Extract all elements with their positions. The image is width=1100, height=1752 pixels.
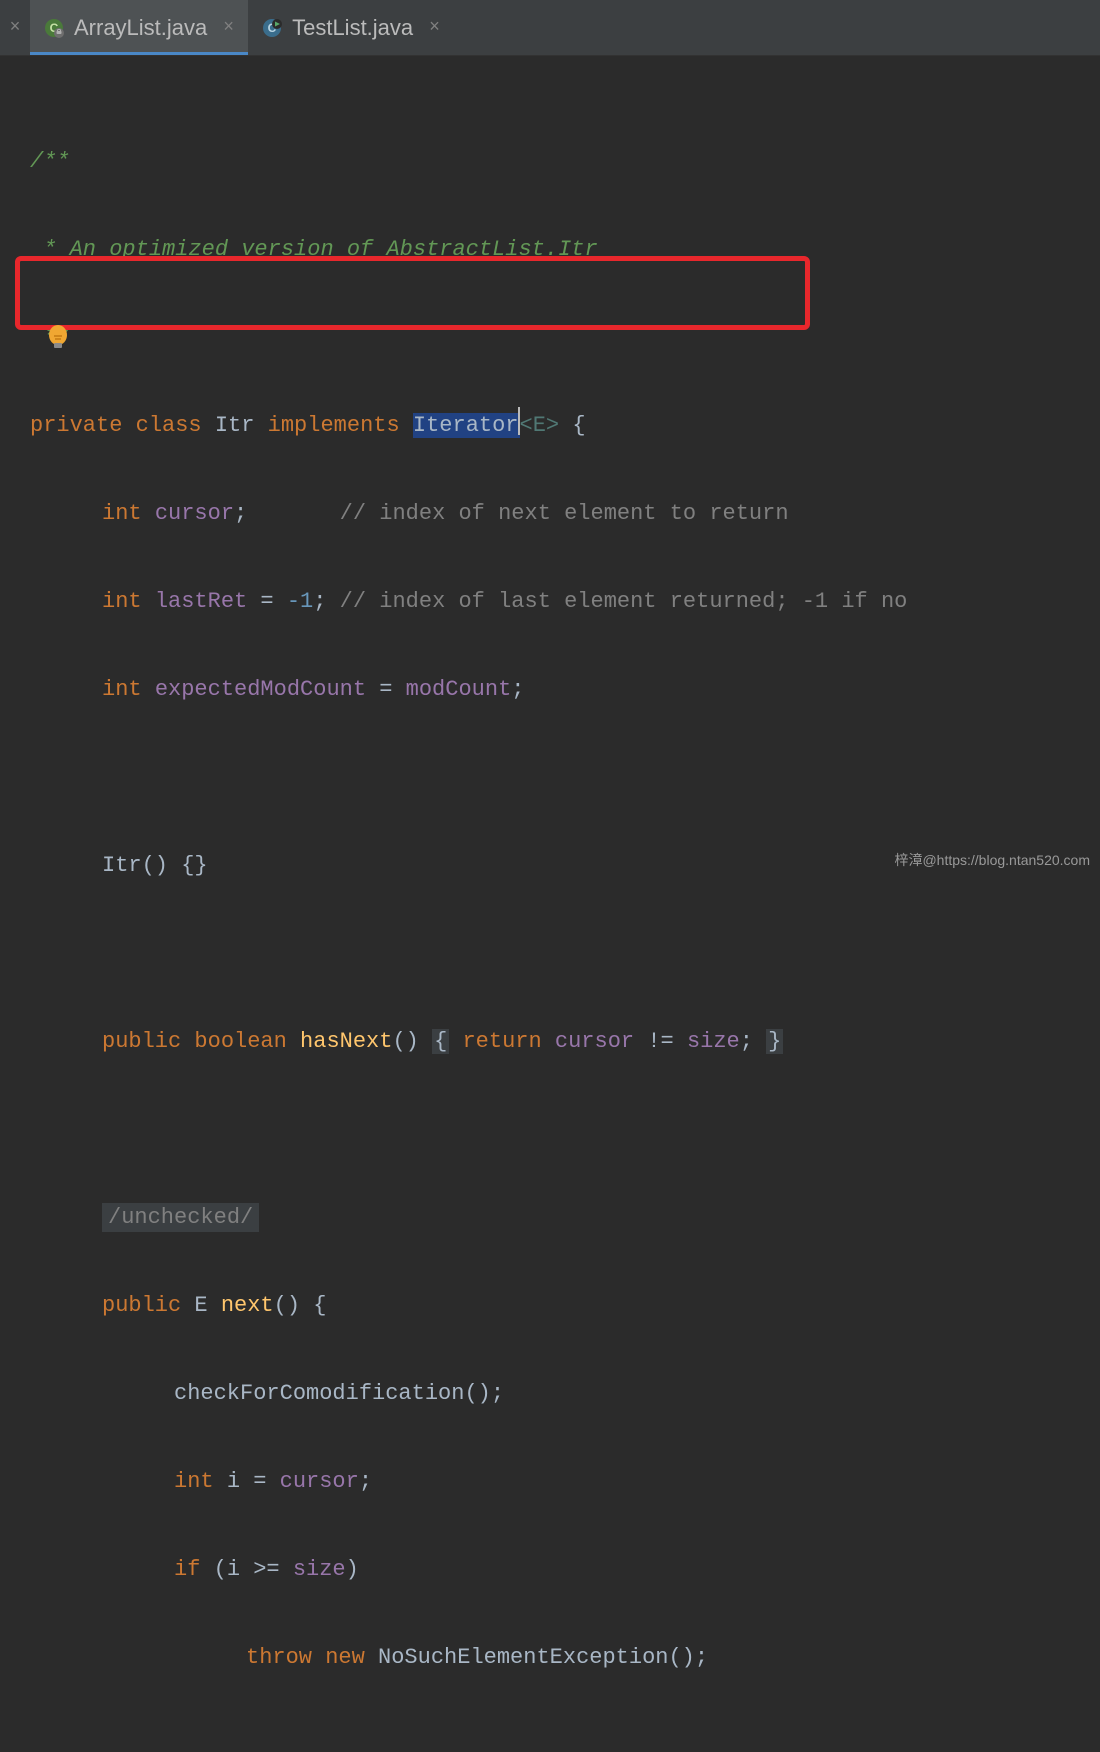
empty-call: (); — [464, 1381, 504, 1406]
variable-i: i — [227, 1557, 240, 1582]
constructor-itr: Itr — [102, 853, 142, 878]
javadoc-line: /** — [30, 149, 70, 174]
equals: = — [240, 1469, 280, 1494]
tab-close-previous[interactable]: × — [0, 18, 30, 38]
brace-close: } — [766, 1029, 783, 1054]
keyword-return: return — [462, 1029, 541, 1054]
keyword-new: new — [325, 1645, 365, 1670]
gte: >= — [240, 1557, 293, 1582]
field-size: size — [293, 1557, 346, 1582]
watermark-text: 梓漳@https://blog.ntan520.com — [894, 850, 1090, 870]
parens: () — [392, 1029, 418, 1054]
line-comment: // index of last element returned; -1 if… — [340, 589, 908, 614]
keyword-public: public — [102, 1293, 181, 1318]
semicolon: ; — [740, 1029, 753, 1054]
semicolon: ; — [234, 501, 247, 526]
field-cursor: cursor — [555, 1029, 634, 1054]
keyword-int: int — [102, 677, 142, 702]
generic-open: < — [520, 413, 533, 438]
field-expectedmodcount: expectedModCount — [155, 677, 366, 702]
brace-open: { — [313, 1293, 326, 1318]
close-icon[interactable]: × — [423, 18, 440, 38]
keyword-boolean: boolean — [194, 1029, 286, 1054]
java-class-icon: C — [44, 18, 64, 38]
variable-i: i — [227, 1469, 240, 1494]
call-checkforcomodification: checkForComodification — [174, 1381, 464, 1406]
code-editor[interactable]: /** * An optimized version of AbstractLi… — [0, 56, 1100, 1752]
generic-close: > — [546, 413, 559, 438]
selected-identifier-iterator: Iterator — [413, 413, 520, 438]
keyword-class: class — [136, 413, 202, 438]
field-cursor: cursor — [280, 1469, 359, 1494]
java-run-class-icon: C — [262, 18, 282, 38]
equals: = — [366, 677, 406, 702]
close-icon[interactable]: × — [217, 18, 234, 38]
keyword-implements: implements — [268, 413, 400, 438]
keyword-throw: throw — [246, 1645, 312, 1670]
method-next: next — [221, 1293, 274, 1318]
keyword-int: int — [102, 501, 142, 526]
paren-open: ( — [200, 1557, 226, 1582]
javadoc-line: * An optimized version of AbstractList.I… — [30, 237, 598, 262]
field-cursor: cursor — [155, 501, 234, 526]
keyword-private: private — [30, 413, 122, 438]
tab-arraylist[interactable]: C ArrayList.java × — [30, 0, 248, 55]
semicolon: ; — [359, 1469, 372, 1494]
parens: () — [274, 1293, 300, 1318]
generic-e: E — [533, 413, 546, 438]
not-equal: != — [634, 1029, 687, 1054]
semicolon: ; — [313, 589, 326, 614]
number-neg1: -1 — [287, 589, 313, 614]
field-size: size — [687, 1029, 740, 1054]
editor-tab-bar: × C ArrayList.java × C TestList.java × — [0, 0, 1100, 56]
keyword-int: int — [174, 1469, 214, 1494]
tab-label: ArrayList.java — [74, 15, 207, 41]
tab-label: TestList.java — [292, 15, 413, 41]
brace-open: { — [432, 1029, 449, 1054]
field-lastret: lastRet — [155, 589, 247, 614]
brace-open: { — [572, 413, 585, 438]
field-modcount: modCount — [406, 677, 512, 702]
tab-testlist[interactable]: C TestList.java × — [248, 0, 454, 55]
semicolon: ; — [511, 677, 524, 702]
line-comment: // index of next element to return — [340, 501, 789, 526]
empty-body: {} — [181, 853, 207, 878]
keyword-int: int — [102, 589, 142, 614]
empty-call: (); — [668, 1645, 708, 1670]
equals: = — [247, 589, 287, 614]
paren-close: ) — [346, 1557, 359, 1582]
class-nosuchelementexception: NoSuchElementException — [378, 1645, 668, 1670]
class-name-itr: Itr — [215, 413, 255, 438]
parens: () — [142, 853, 168, 878]
intention-bulb-icon[interactable] — [0, 280, 16, 308]
keyword-public: public — [102, 1029, 181, 1054]
annotation-unchecked: /unchecked/ — [102, 1203, 259, 1232]
type-e: E — [194, 1293, 207, 1318]
method-hasnext: hasNext — [300, 1029, 392, 1054]
keyword-if: if — [174, 1557, 200, 1582]
